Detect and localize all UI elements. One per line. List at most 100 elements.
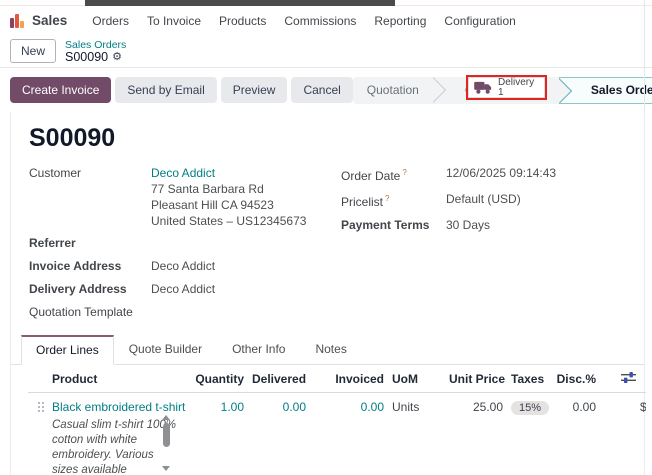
send-by-email-button[interactable]: Send by Email: [115, 77, 216, 103]
order-date-label: Order Date?: [341, 165, 446, 184]
help-icon: ?: [385, 194, 389, 203]
order-date-value[interactable]: 12/06/2025 09:14:43: [446, 165, 556, 181]
pricelist-label: Pricelist?: [341, 191, 446, 210]
taxes-cell: 15%: [507, 393, 550, 475]
tax-badge[interactable]: 15%: [511, 401, 549, 415]
quotation-template-label: Quotation Template: [29, 304, 151, 320]
field-pricelist: Pricelist? Default (USD): [341, 191, 626, 210]
delivery-smart-button[interactable]: Delivery 1: [468, 77, 545, 98]
chevron-separator-active-icon: [559, 77, 577, 104]
customer-address-line: United States – US12345673: [151, 213, 306, 229]
status-sales-order[interactable]: Sales Order: [577, 77, 652, 104]
col-quantity: Quantity: [190, 365, 248, 393]
tab-quote-builder[interactable]: Quote Builder: [114, 335, 217, 364]
adjust-columns-icon[interactable]: [621, 371, 636, 383]
breadcrumb-row: New Sales Orders S00090 ⚙ Delivery 1: [0, 35, 652, 68]
field-payment-terms: Payment Terms 30 Days: [341, 217, 626, 233]
delivery-address-label: Delivery Address: [29, 281, 151, 297]
invoice-address-value[interactable]: Deco Addict: [151, 258, 215, 274]
row-handle-cell: [28, 393, 48, 475]
order-lines-table: Product Quantity Delivered Invoiced UoM …: [28, 365, 646, 475]
create-invoice-button[interactable]: Create Invoice: [10, 77, 111, 103]
scroll-down-icon[interactable]: [162, 466, 170, 471]
field-order-date: Order Date? 12/06/2025 09:14:43: [341, 165, 626, 184]
field-quotation-template: Quotation Template: [29, 304, 341, 320]
new-button[interactable]: New: [10, 39, 56, 63]
browser-dark-strip: [85, 0, 395, 6]
product-link[interactable]: Black embroidered t-shirt: [52, 400, 185, 414]
notebook-tabs: Order Lines Quote Builder Other Info Not…: [11, 336, 644, 365]
help-icon: ?: [402, 168, 406, 177]
handle-column-header: [28, 365, 48, 393]
col-uom: UoM: [388, 365, 445, 393]
sales-app-icon[interactable]: [10, 13, 25, 28]
description-scrollbar[interactable]: [160, 415, 172, 471]
app-name[interactable]: Sales: [32, 13, 67, 28]
quantity-cell[interactable]: 1.00: [190, 393, 248, 475]
subtotal-clipped-header: [640, 365, 646, 393]
col-disc: Disc.%: [550, 365, 600, 393]
tab-order-lines[interactable]: Order Lines: [21, 335, 114, 365]
breadcrumb-current: S00090 ⚙: [65, 51, 126, 63]
cancel-button[interactable]: Cancel: [291, 77, 352, 103]
row-spacer-cell: [600, 393, 640, 475]
field-referrer: Referrer: [29, 235, 341, 251]
record-name: S00090: [65, 51, 108, 63]
invoiced-cell[interactable]: 0.00: [310, 393, 388, 475]
customer-address-line: 77 Santa Barbara Rd: [151, 181, 306, 197]
odoo-sales-order-page: Sales Orders To Invoice Products Commiss…: [0, 0, 652, 475]
table-header-row: Product Quantity Delivered Invoiced UoM …: [28, 365, 646, 393]
main-menubar: Sales Orders To Invoice Products Commiss…: [0, 6, 652, 35]
payment-terms-value[interactable]: 30 Days: [446, 217, 490, 233]
product-cell: Black embroidered t-shirt Casual slim t-…: [48, 393, 190, 475]
field-customer: Customer Deco Addict 77 Santa Barbara Rd…: [29, 165, 341, 229]
scroll-up-icon[interactable]: [162, 415, 170, 420]
pricelist-value[interactable]: Default (USD): [446, 191, 521, 207]
unit-price-cell[interactable]: 25.00: [445, 393, 507, 475]
menu-item-orders[interactable]: Orders: [83, 10, 138, 32]
menu-item-reporting[interactable]: Reporting: [365, 10, 435, 32]
referrer-label: Referrer: [29, 235, 151, 251]
subtotal-clipped-cell: $ 25.00: [640, 393, 646, 475]
optional-columns-cell: [600, 365, 640, 393]
truck-icon: [474, 81, 493, 94]
tab-notes[interactable]: Notes: [300, 335, 361, 364]
customer-address-line: Pleasant Hill CA 94523: [151, 197, 306, 213]
delivery-count: 1: [498, 88, 534, 98]
invoice-address-label: Invoice Address: [29, 258, 151, 274]
col-unit-price: Unit Price: [445, 365, 507, 393]
action-bar: Create Invoice Send by Email Preview Can…: [0, 68, 652, 112]
payment-terms-label: Payment Terms: [341, 217, 446, 233]
browser-top-strip: [0, 0, 652, 6]
delivered-cell[interactable]: 0.00: [248, 393, 310, 475]
form-sheet: S00090 Customer Deco Addict 77 Santa Bar…: [10, 112, 645, 475]
col-product: Product: [48, 365, 190, 393]
delivery-smart-button-text: Delivery 1: [498, 78, 534, 97]
menu-item-configuration[interactable]: Configuration: [435, 10, 524, 32]
delivery-address-value[interactable]: Deco Addict: [151, 281, 215, 297]
preview-button[interactable]: Preview: [221, 77, 288, 103]
scrollbar-thumb[interactable]: [163, 423, 170, 447]
action-buttons: Create Invoice Send by Email Preview Can…: [10, 77, 353, 103]
customer-link[interactable]: Deco Addict: [151, 166, 215, 180]
gear-icon[interactable]: ⚙: [112, 51, 122, 63]
drag-handle-icon[interactable]: [38, 402, 48, 416]
col-invoiced: Invoiced: [310, 365, 388, 393]
breadcrumb: Sales Orders S00090 ⚙: [65, 39, 126, 63]
field-grid: Customer Deco Addict 77 Santa Barbara Rd…: [29, 165, 626, 327]
customer-label: Customer: [29, 165, 151, 181]
menu-item-commissions[interactable]: Commissions: [275, 10, 365, 32]
col-taxes: Taxes: [507, 365, 550, 393]
menu-item-to-invoice[interactable]: To Invoice: [138, 10, 210, 32]
field-invoice-address: Invoice Address Deco Addict: [29, 258, 341, 274]
disc-cell[interactable]: 0.00: [550, 393, 600, 475]
status-quotation[interactable]: Quotation: [353, 77, 433, 104]
tab-other-info[interactable]: Other Info: [217, 335, 300, 364]
uom-cell[interactable]: Units: [388, 393, 445, 475]
chevron-separator-icon: [433, 77, 451, 104]
field-delivery-address: Delivery Address Deco Addict: [29, 281, 341, 297]
col-delivered: Delivered: [248, 365, 310, 393]
table-row: Black embroidered t-shirt Casual slim t-…: [28, 393, 646, 475]
menu-item-products[interactable]: Products: [210, 10, 275, 32]
page-title: S00090: [29, 112, 626, 163]
